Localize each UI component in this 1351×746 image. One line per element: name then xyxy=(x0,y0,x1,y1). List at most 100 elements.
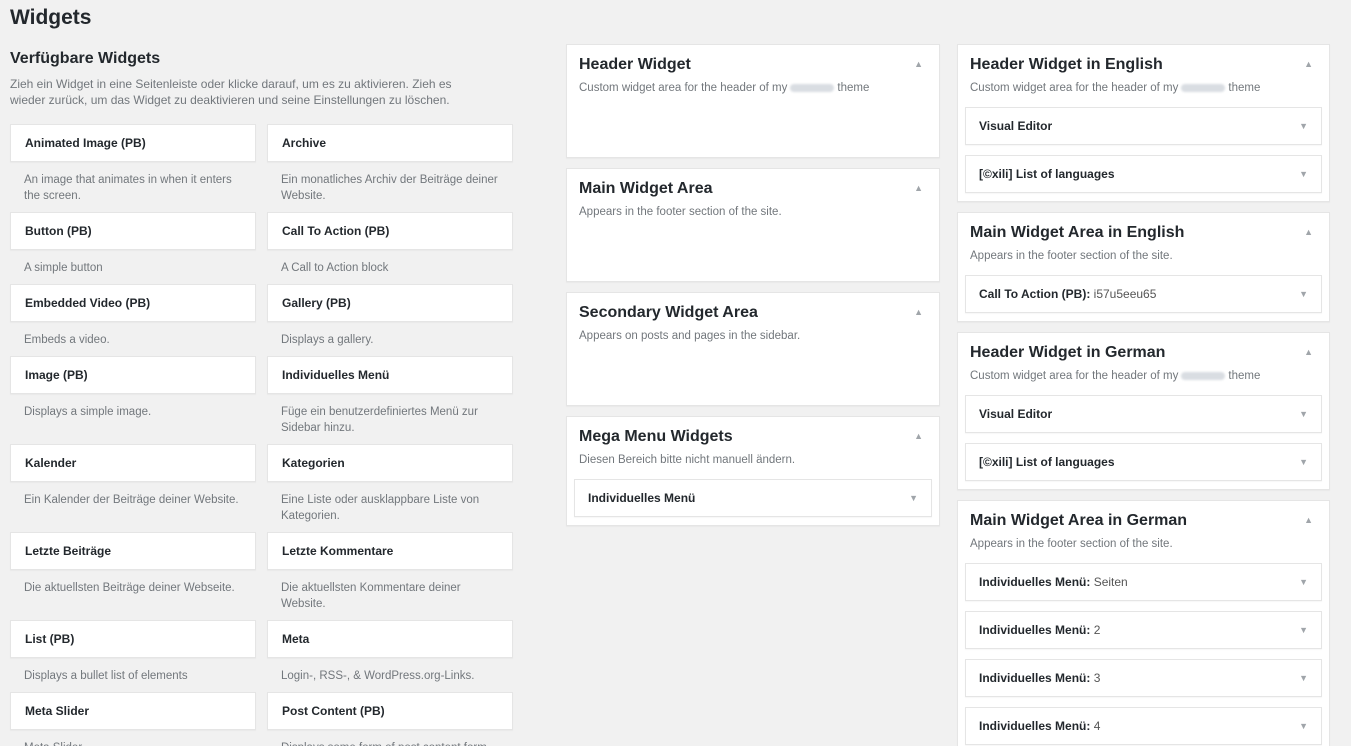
widget-description: A Call to Action block xyxy=(281,262,389,274)
sidebar-widget-name: Individuelles Menü: xyxy=(979,623,1091,637)
widget-embedded-video-pb[interactable]: Embedded Video (PB) xyxy=(10,284,256,322)
sidebar-description-text: Diesen Bereich bitte nicht manuell änder… xyxy=(579,454,796,466)
expand-arrow-icon[interactable]: ▼ xyxy=(1299,121,1308,131)
expand-arrow-icon[interactable]: ▼ xyxy=(1299,457,1308,467)
sidebar-widget-label: Individuelles Menü: 3 xyxy=(979,671,1100,685)
sidebar-drop-zone[interactable] xyxy=(574,95,932,149)
sidebar-widget-individuelles-men[interactable]: Individuelles Menü: 4 ▼ xyxy=(965,707,1322,745)
collapse-arrow-icon[interactable]: ▲ xyxy=(914,303,927,317)
widget-image-pb[interactable]: Image (PB) xyxy=(10,356,256,394)
widget-gallery-pb[interactable]: Gallery (PB) xyxy=(267,284,513,322)
sidebar-widget-individuelles-men[interactable]: Individuelles Menü: Seiten ▼ xyxy=(965,563,1322,601)
widget-kategorien[interactable]: Kategorien xyxy=(267,444,513,482)
sidebar-main-widget-area-in-english: Main Widget Area in English ▲ Appears in t… xyxy=(957,212,1330,322)
sidebar-widget-visual-editor[interactable]: Visual Editor ▼ xyxy=(965,395,1322,433)
widget-description: Eine Liste oder ausklappbare Liste von K… xyxy=(281,494,480,522)
collapse-arrow-icon[interactable]: ▲ xyxy=(1304,55,1317,69)
available-widget: Meta Login-, RSS-, & WordPress.org-Links. xyxy=(267,620,513,692)
collapse-arrow-icon[interactable]: ▲ xyxy=(914,55,927,69)
sidebars-column-middle: Header Widget ▲ Custom widget area for the… xyxy=(566,44,940,536)
collapse-arrow-icon[interactable]: ▲ xyxy=(914,427,927,441)
expand-arrow-icon[interactable]: ▼ xyxy=(1299,673,1308,683)
widget-meta[interactable]: Meta xyxy=(267,620,513,658)
sidebar-description-text: Appears in the footer section of the sit… xyxy=(579,206,782,218)
sidebar-widget-call-to-action-pb[interactable]: Call To Action (PB): i57u5eeu65 ▼ xyxy=(965,275,1322,313)
available-widgets-description: Zieh ein Widget in eine Seitenleiste ode… xyxy=(10,77,452,107)
redacted-theme-name xyxy=(790,83,835,92)
collapse-arrow-icon[interactable]: ▲ xyxy=(1304,343,1317,357)
widget-call-to-action-pb[interactable]: Call To Action (PB) xyxy=(267,212,513,250)
sidebar-header[interactable]: Main Widget Area in English ▲ xyxy=(965,223,1322,243)
available-widget: Embedded Video (PB) Embeds a video. xyxy=(10,284,256,356)
widget-kalender[interactable]: Kalender xyxy=(10,444,256,482)
sidebar-header[interactable]: Main Widget Area ▲ xyxy=(574,179,932,199)
sidebar-widget-individuelles-men[interactable]: Individuelles Menü: 3 ▼ xyxy=(965,659,1322,697)
widget-individuelles-men[interactable]: Individuelles Menü xyxy=(267,356,513,394)
widget-post-content-pb[interactable]: Post Content (PB) xyxy=(267,692,513,730)
widget-description: An image that animates in when it enters… xyxy=(24,174,232,202)
redacted-theme-name xyxy=(1181,371,1226,380)
available-widget: Kategorien Eine Liste oder ausklappbare L… xyxy=(267,444,513,532)
widget-description: Login-, RSS-, & WordPress.org-Links. xyxy=(281,670,475,682)
widget-archive[interactable]: Archive xyxy=(267,124,513,162)
widget-animated-image-pb[interactable]: Animated Image (PB) xyxy=(10,124,256,162)
sidebar-widget-name: Individuelles Menü: xyxy=(979,719,1091,733)
sidebar-widget-individuelles-men[interactable]: Individuelles Menü: 2 ▼ xyxy=(965,611,1322,649)
widget-letzte-kommentare[interactable]: Letzte Kommentare xyxy=(267,532,513,570)
sidebar-header[interactable]: Header Widget in English ▲ xyxy=(965,55,1322,75)
expand-arrow-icon[interactable]: ▼ xyxy=(1299,169,1308,179)
sidebar-drop-zone[interactable] xyxy=(574,219,932,273)
available-widget: Gallery (PB) Displays a gallery. xyxy=(267,284,513,356)
available-widget: Animated Image (PB) An image that animate… xyxy=(10,124,256,212)
sidebar-widget-name: Individuelles Menü xyxy=(588,491,696,505)
sidebar-description: Appears in the footer section of the sit… xyxy=(965,531,1322,551)
widget-meta-slider[interactable]: Meta Slider xyxy=(10,692,256,730)
widget-description: Embeds a video. xyxy=(24,334,110,346)
sidebar-widget-xili-list-of-languages[interactable]: [©xili] List of languages ▼ xyxy=(965,155,1322,193)
available-widget: Letzte Beiträge Die aktuellsten Beiträge … xyxy=(10,532,256,620)
sidebar-description-text: Appears in the footer section of the sit… xyxy=(970,250,1173,262)
sidebar-widget-label: Individuelles Menü: Seiten xyxy=(979,575,1128,589)
sidebar-header[interactable]: Mega Menu Widgets ▲ xyxy=(574,427,932,447)
expand-arrow-icon[interactable]: ▼ xyxy=(1299,721,1308,731)
sidebar-widget-individuelles-men[interactable]: Individuelles Menü ▼ xyxy=(574,479,932,517)
sidebar-title: Header Widget in English xyxy=(970,56,1163,73)
widget-button-pb[interactable]: Button (PB) xyxy=(10,212,256,250)
sidebar-drop-zone[interactable] xyxy=(574,343,932,397)
sidebar-header[interactable]: Header Widget ▲ xyxy=(574,55,932,75)
sidebar-widget-label: Individuelles Menü: 4 xyxy=(979,719,1100,733)
sidebar-header[interactable]: Secondary Widget Area ▲ xyxy=(574,303,932,323)
collapse-arrow-icon[interactable]: ▲ xyxy=(1304,511,1317,525)
collapse-arrow-icon[interactable]: ▲ xyxy=(914,179,927,193)
sidebar-description: Custom widget area for the header of my t… xyxy=(965,363,1322,383)
available-widget: Kalender Ein Kalender der Beiträge deiner… xyxy=(10,444,256,532)
widget-description: Die aktuellsten Kommentare deiner Websit… xyxy=(281,582,461,610)
sidebar-description: Appears in the footer section of the sit… xyxy=(574,199,932,219)
widget-list-pb[interactable]: List (PB) xyxy=(10,620,256,658)
sidebar-widget-visual-editor[interactable]: Visual Editor ▼ xyxy=(965,107,1322,145)
sidebar-description-text: Custom widget area for the header of my xyxy=(970,82,1179,94)
sidebar-header[interactable]: Main Widget Area in German ▲ xyxy=(965,511,1322,531)
widget-description: Ein monatliches Archiv der Beiträge dein… xyxy=(281,174,498,202)
sidebar-main-widget-area-in-german: Main Widget Area in German ▲ Appears in th… xyxy=(957,500,1330,746)
sidebar-widget-name: Visual Editor xyxy=(979,119,1053,133)
expand-arrow-icon[interactable]: ▼ xyxy=(1299,625,1308,635)
expand-arrow-icon[interactable]: ▼ xyxy=(909,493,918,503)
expand-arrow-icon[interactable]: ▼ xyxy=(1299,409,1308,419)
available-widget: Letzte Kommentare Die aktuellsten Komment… xyxy=(267,532,513,620)
sidebar-widget-xili-list-of-languages[interactable]: [©xili] List of languages ▼ xyxy=(965,443,1322,481)
available-widgets-title: Verfügbare Widgets xyxy=(10,50,161,67)
sidebar-description-text: Appears in the footer section of the sit… xyxy=(970,538,1173,550)
expand-arrow-icon[interactable]: ▼ xyxy=(1299,577,1308,587)
expand-arrow-icon[interactable]: ▼ xyxy=(1299,289,1308,299)
sidebar-description-text: Custom widget area for the header of my xyxy=(970,370,1179,382)
widget-letzte-beitr-ge[interactable]: Letzte Beiträge xyxy=(10,532,256,570)
sidebar-header[interactable]: Header Widget in German ▲ xyxy=(965,343,1322,363)
sidebar-title: Main Widget Area xyxy=(579,180,713,197)
widget-description: Die aktuellsten Beiträge deiner Webseite… xyxy=(24,582,235,594)
sidebar-widget-label: [©xili] List of languages xyxy=(979,167,1115,181)
available-widgets-header: Verfügbare Widgets Zieh ein Widget in ei… xyxy=(10,50,515,108)
collapse-arrow-icon[interactable]: ▲ xyxy=(1304,223,1317,237)
available-widget: Archive Ein monatliches Archiv der Beiträ… xyxy=(267,124,513,212)
sidebar-widget-instance: i57u5eeu65 xyxy=(1093,287,1157,301)
